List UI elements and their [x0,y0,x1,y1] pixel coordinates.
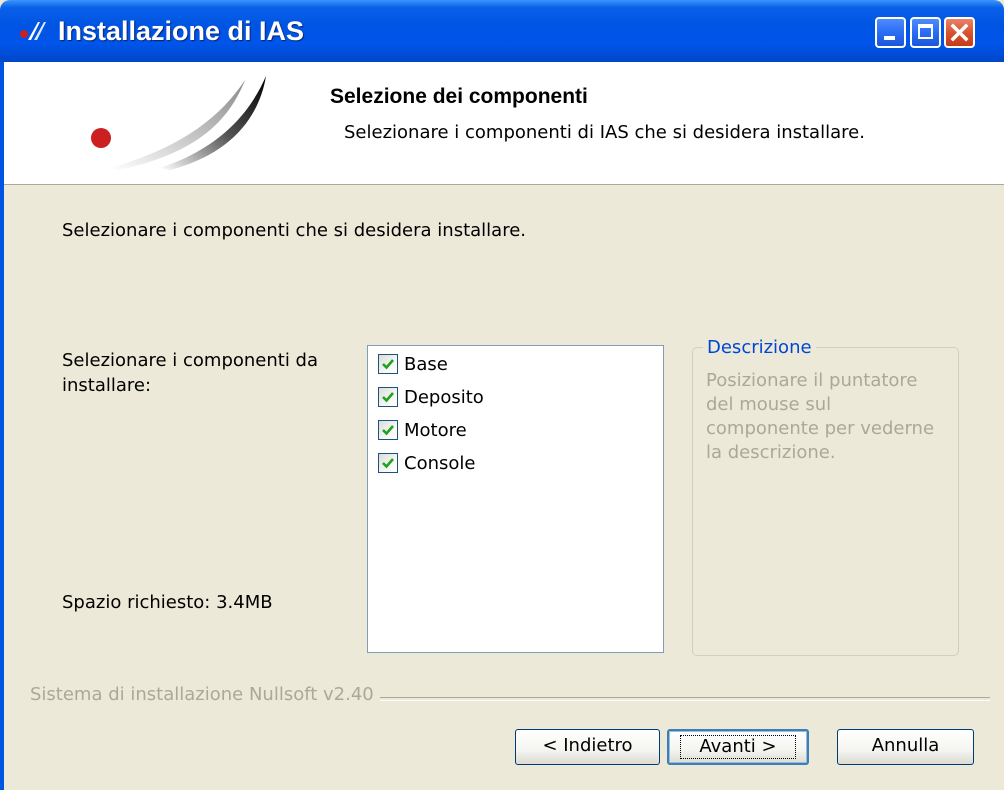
component-item-deposito[interactable]: Deposito [378,384,484,410]
ias-logo-icon [20,22,46,40]
maximize-icon [918,24,933,39]
component-label: Deposito [404,386,484,408]
header-banner: Selezione dei componenti Selezionare i c… [0,62,1004,185]
close-icon [950,23,969,42]
component-label: Motore [404,419,467,441]
component-item-console[interactable]: Console [378,450,475,476]
next-button-label: Avanti > [680,735,796,759]
checkmark-icon [382,392,394,403]
window-frame-left [0,62,4,790]
component-label: Base [404,353,448,375]
intro-text: Selezionare i componenti che si desidera… [62,220,526,241]
cancel-button[interactable]: Annulla [837,729,974,765]
back-button[interactable]: < Indietro [515,729,660,765]
checkmark-icon [382,359,394,370]
checkmark-icon [382,458,394,469]
title-bar[interactable]: Installazione di IAS [0,0,1004,62]
branding-text: Sistema di installazione Nullsoft v2.40 [30,684,380,705]
close-button[interactable] [944,17,975,48]
next-button[interactable]: Avanti > [667,729,809,765]
checkmark-icon [382,425,394,436]
component-item-motore[interactable]: Motore [378,417,467,443]
minimize-icon [884,36,895,40]
maximize-button[interactable] [910,17,941,48]
select-components-label: Selezionare i componenti da installare: [62,350,319,396]
ias-banner-logo [91,76,266,170]
components-tree[interactable]: Base Deposito Motore Console [367,345,664,653]
component-item-base[interactable]: Base [378,351,448,377]
page-subtitle: Selezionare i componenti di IAS che si d… [344,122,865,143]
installer-window: Installazione di IAS Selezione dei compo… [0,0,1004,790]
description-legend: Descrizione [703,337,816,358]
component-label: Console [404,452,476,474]
description-text: Posizionare il puntatore del mouse sul c… [706,370,935,463]
window-title: Installazione di IAS [58,16,305,46]
page-title: Selezione dei componenti [330,85,588,108]
component-checkbox[interactable] [378,387,398,407]
component-checkbox[interactable] [378,420,398,440]
component-checkbox[interactable] [378,354,398,374]
component-checkbox[interactable] [378,453,398,473]
minimize-button[interactable] [875,17,906,48]
space-required-label: Spazio richiesto: 3.4MB [62,592,273,613]
